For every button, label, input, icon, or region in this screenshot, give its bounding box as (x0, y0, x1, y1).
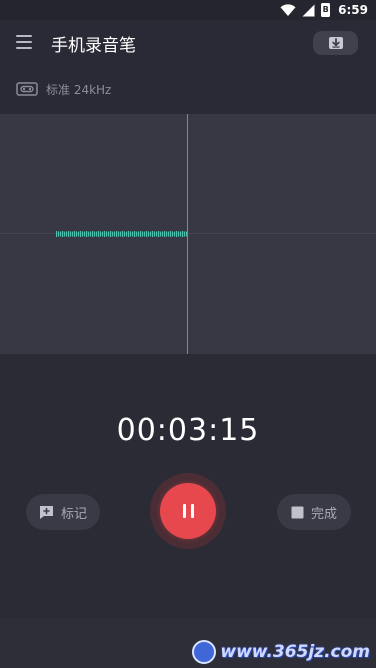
waveform-bar (128, 231, 130, 237)
waveform-bar (76, 231, 78, 237)
waveform-bar (112, 231, 114, 237)
waveform-bar (126, 231, 128, 237)
waveform-bar (144, 231, 146, 237)
waveform-bar (166, 231, 168, 237)
mark-label: 标记 (60, 506, 87, 522)
waveform-bar (84, 231, 86, 237)
done-button[interactable]: 完成 (277, 494, 351, 530)
waveform-bar (178, 231, 180, 237)
waveform-bar (168, 231, 170, 237)
waveform-bar (74, 231, 76, 237)
waveform-bar (152, 231, 154, 237)
waveform-bar (102, 231, 104, 237)
waveform-bar (142, 231, 144, 237)
waveform-bar (96, 231, 98, 237)
status-time: 6:59 (338, 3, 368, 17)
wifi-icon (280, 3, 296, 16)
save-download-icon (328, 37, 343, 49)
waveform-bar (64, 231, 66, 237)
waveform-bar (130, 231, 132, 237)
cassette-tape-icon (16, 82, 38, 96)
battery-label: B (322, 5, 329, 14)
app-bar: 手机录音笔 (0, 20, 376, 66)
signal-icon (302, 4, 315, 16)
waveform-canvas (0, 114, 376, 354)
waveform-bar (94, 231, 96, 237)
save-button[interactable] (313, 31, 358, 55)
waveform-bar (158, 231, 160, 237)
waveform-bar (100, 231, 102, 237)
waveform-bar (132, 231, 134, 237)
stop-square-icon (291, 506, 304, 518)
waveform-bar (116, 231, 118, 237)
waveform-bar (182, 231, 184, 237)
waveform-bar (108, 231, 110, 237)
waveform-bar (68, 231, 70, 237)
waveform-panel (0, 114, 376, 354)
waveform-bar (138, 231, 140, 237)
watermark-logo-icon (192, 640, 217, 664)
waveform-bar (104, 231, 106, 237)
waveform-bar (114, 231, 116, 237)
waveform-bar (106, 231, 108, 237)
done-label: 完成 (310, 506, 337, 522)
waveform-bar (80, 231, 82, 237)
waveform-bar (110, 231, 112, 237)
app-title: 手机录音笔 (51, 36, 136, 56)
waveform-bar (180, 231, 182, 237)
add-marker-icon (39, 505, 53, 519)
waveform-bar (90, 231, 92, 237)
mark-button[interactable]: 标记 (26, 494, 100, 530)
waveform-bar (118, 231, 120, 237)
elapsed-time: 00:03:15 (116, 413, 260, 448)
waveform-bar (122, 231, 124, 237)
waveform-bar (150, 231, 152, 237)
waveform-bar (70, 231, 72, 237)
status-bar: B 6:59 (0, 0, 376, 20)
waveform-bar (162, 231, 164, 237)
waveform-bar (86, 231, 88, 237)
waveform-bar (120, 231, 122, 237)
waveform-bar (176, 231, 178, 237)
waveform-bar (82, 231, 84, 237)
waveform-bar (72, 231, 74, 237)
watermark: www.365jz.com (192, 640, 370, 664)
battery-icon: B (321, 3, 331, 17)
waveform-bar (154, 231, 156, 237)
waveform-bar (134, 231, 136, 237)
waveform-bar (174, 231, 176, 237)
waveform-bar (170, 231, 172, 237)
waveform-bar (140, 231, 142, 237)
waveform-bar (56, 231, 58, 237)
waveform-bar (92, 231, 94, 237)
waveform-bar (136, 231, 138, 237)
waveform-bar (98, 231, 100, 237)
waveform-bar (164, 231, 166, 237)
waveform-bar (88, 231, 90, 237)
waveform-bar (78, 231, 80, 237)
waveform-bar (160, 231, 162, 237)
hamburger-menu-icon[interactable] (16, 35, 32, 49)
quality-indicator: 标准 24kHz (16, 79, 111, 99)
quality-label: 标准 24kHz (46, 82, 112, 97)
watermark-text: www.365jz.com (220, 642, 370, 662)
pause-button[interactable] (160, 483, 216, 539)
waveform-bar (62, 231, 64, 237)
waveform-bar (146, 231, 148, 237)
waveform-bar (172, 231, 174, 237)
waveform-bar (148, 231, 150, 237)
waveform-bar (60, 231, 62, 237)
waveform-bar (184, 231, 186, 237)
pause-icon (182, 504, 186, 518)
status-icons: B 6:59 (280, 2, 368, 18)
waveform-bar (124, 231, 126, 237)
waveform-bar (58, 231, 60, 237)
waveform-bar (156, 231, 158, 237)
waveform-bar (66, 231, 68, 237)
